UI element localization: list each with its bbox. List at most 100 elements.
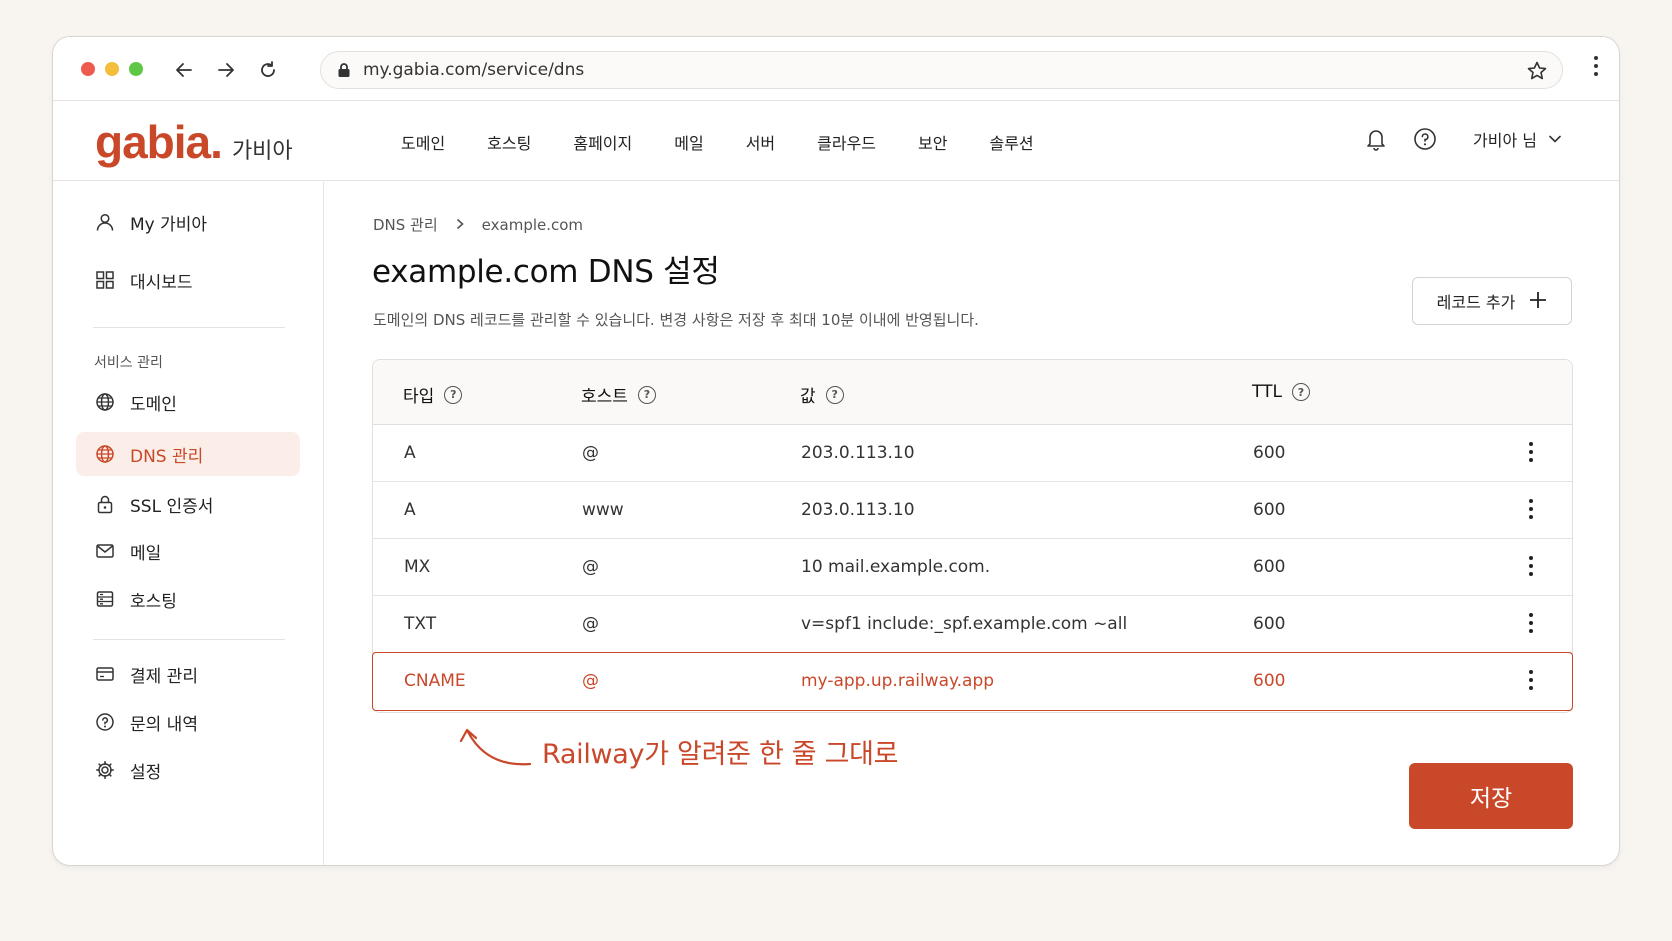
row-menu-button[interactable] (1519, 439, 1543, 465)
page-description: 도메인의 DNS 레코드를 관리할 수 있습니다. 변경 사항은 저장 후 최대… (373, 311, 979, 329)
sidebar-item-inquiry[interactable]: 문의 내역 (76, 700, 300, 744)
forward-button[interactable] (211, 55, 241, 85)
plus-icon (1529, 288, 1547, 314)
sidebar-item-label: DNS 관리 (130, 446, 204, 467)
cell-type: A (404, 443, 416, 463)
header-label: 값 (800, 387, 816, 407)
row-menu-button[interactable] (1519, 610, 1543, 636)
header-actions: 가비아 님 (1365, 127, 1561, 151)
gabia-logo[interactable]: gabia. 가비아 (95, 115, 293, 169)
header-type: 타입 ? (403, 382, 463, 407)
table-row[interactable]: MX @ 10 mail.example.com. 600 (373, 539, 1572, 596)
annotation: Railway가 알려준 한 줄 그대로 (454, 722, 899, 772)
sidebar-item-billing[interactable]: 결제 관리 (76, 652, 300, 696)
cell-ttl: 600 (1253, 557, 1286, 577)
url-text: my.gabia.com/service/dns (363, 60, 585, 80)
sidebar-item-dashboard[interactable]: 대시보드 (76, 258, 300, 302)
nav-solution[interactable]: 솔루션 (989, 130, 1033, 154)
window-controls (81, 62, 143, 76)
table-row[interactable]: A @ 203.0.113.10 600 (373, 425, 1572, 482)
sidebar-item-domain[interactable]: 도메인 (76, 380, 300, 424)
curved-arrow-icon (459, 728, 532, 766)
bell-icon[interactable] (1365, 127, 1387, 151)
cell-type: MX (404, 557, 431, 577)
table-row-highlighted[interactable]: CNAME @ my-app.up.railway.app 600 (372, 652, 1573, 711)
row-menu-button[interactable] (1519, 496, 1543, 522)
site-header: gabia. 가비아 도메인 호스팅 홈페이지 메일 서버 클라우드 보안 솔루… (53, 101, 1619, 181)
browser-window: my.gabia.com/service/dns gabia. 가비아 도메인 … (52, 36, 1620, 866)
help-icon[interactable]: ? (825, 385, 844, 404)
reload-icon (261, 61, 275, 77)
add-record-button[interactable]: 레코드 추가 (1412, 277, 1572, 325)
header-label: 타입 (403, 387, 435, 407)
sidebar-section-label: 서비스 관리 (94, 355, 163, 371)
nav-cloud[interactable]: 클라우드 (817, 130, 876, 154)
sidebar-item-label: 결제 관리 (130, 666, 198, 687)
cell-value: v=spf1 include:_spf.example.com ~all (801, 614, 1128, 634)
help-icon[interactable]: ? (444, 385, 463, 404)
address-bar[interactable]: my.gabia.com/service/dns (320, 51, 1563, 89)
chevron-right-icon (456, 215, 464, 234)
row-menu-button[interactable] (1519, 667, 1543, 693)
save-button[interactable]: 저장 (1409, 763, 1573, 829)
browser-toolbar: my.gabia.com/service/dns (53, 37, 1619, 101)
cell-type: CNAME (404, 671, 466, 691)
nav-homepage[interactable]: 홈페이지 (573, 130, 632, 154)
cell-host: www (582, 500, 624, 520)
cell-host: @ (582, 443, 599, 463)
chevron-down-icon (1549, 135, 1561, 143)
close-window-button[interactable] (81, 62, 95, 76)
add-record-label: 레코드 추가 (1436, 293, 1516, 312)
dashboard-icon (94, 269, 116, 291)
nav-hosting[interactable]: 호스팅 (487, 130, 531, 154)
help-icon[interactable]: ? (1291, 383, 1310, 401)
user-menu[interactable]: 가비아 님 (1473, 127, 1561, 151)
header-label: TTL (1252, 382, 1282, 402)
cell-ttl: 600 (1253, 443, 1286, 463)
row-menu-button[interactable] (1519, 553, 1543, 579)
sidebar-item-label: My 가비아 (130, 214, 208, 235)
cell-value: 203.0.113.10 (801, 443, 915, 463)
dns-records-table: 타입 ? 호스트 ? 값 ? TTL ? A @ 203.0.113.10 60… (372, 359, 1573, 713)
sidebar-item-dns[interactable]: DNS 관리 (76, 432, 300, 476)
cell-ttl: 600 (1253, 500, 1286, 520)
breadcrumb-domain: example.com (481, 215, 584, 234)
bookmark-star-icon[interactable] (1526, 60, 1548, 86)
maximize-window-button[interactable] (129, 62, 143, 76)
header-ttl: TTL ? (1252, 382, 1310, 402)
header-host: 호스트 ? (581, 382, 656, 407)
nav-server[interactable]: 서버 (746, 130, 775, 154)
sidebar-item-hosting[interactable]: 호스팅 (76, 577, 300, 621)
browser-menu-button[interactable] (1593, 55, 1599, 81)
sidebar-item-mail[interactable]: 메일 (76, 529, 300, 573)
logo-wordmark: gabia. (95, 116, 223, 168)
sidebar-item-settings[interactable]: 설정 (76, 748, 300, 792)
nav-mail[interactable]: 메일 (674, 130, 703, 154)
breadcrumb-dns[interactable]: DNS 관리 (373, 214, 438, 235)
cell-host: @ (582, 557, 599, 577)
table-row[interactable]: A www 203.0.113.10 600 (373, 482, 1572, 539)
logo-korean: 가비아 (231, 139, 293, 164)
annotation-text: Railway가 알려준 한 줄 그대로 (542, 739, 899, 770)
back-button[interactable] (169, 55, 199, 85)
help-circle-icon[interactable] (1413, 127, 1437, 151)
header-label: 호스트 (581, 387, 628, 407)
table-header: 타입 ? 호스트 ? 값 ? TTL ? (373, 360, 1572, 425)
sidebar-item-ssl[interactable]: SSL 인증서 (76, 482, 300, 526)
user-icon (94, 211, 116, 233)
lock-icon (94, 493, 116, 515)
table-row[interactable]: TXT @ v=spf1 include:_spf.example.com ~a… (373, 596, 1572, 653)
help-icon[interactable]: ? (637, 385, 656, 404)
minimize-window-button[interactable] (105, 62, 119, 76)
reload-button[interactable] (253, 55, 283, 85)
globe-icon (94, 443, 116, 465)
sidebar-item-label: 대시보드 (130, 272, 193, 293)
cell-value: my-app.up.railway.app (801, 671, 995, 691)
main-content: DNS 관리 example.com example.com DNS 설정 도메… (324, 182, 1619, 865)
nav-security[interactable]: 보안 (918, 130, 947, 154)
cell-type: TXT (404, 614, 437, 634)
sidebar-item-my-gabia[interactable]: My 가비아 (76, 200, 300, 244)
gear-icon (94, 759, 116, 781)
nav-domain[interactable]: 도메인 (401, 130, 445, 154)
cell-host: @ (582, 614, 599, 634)
